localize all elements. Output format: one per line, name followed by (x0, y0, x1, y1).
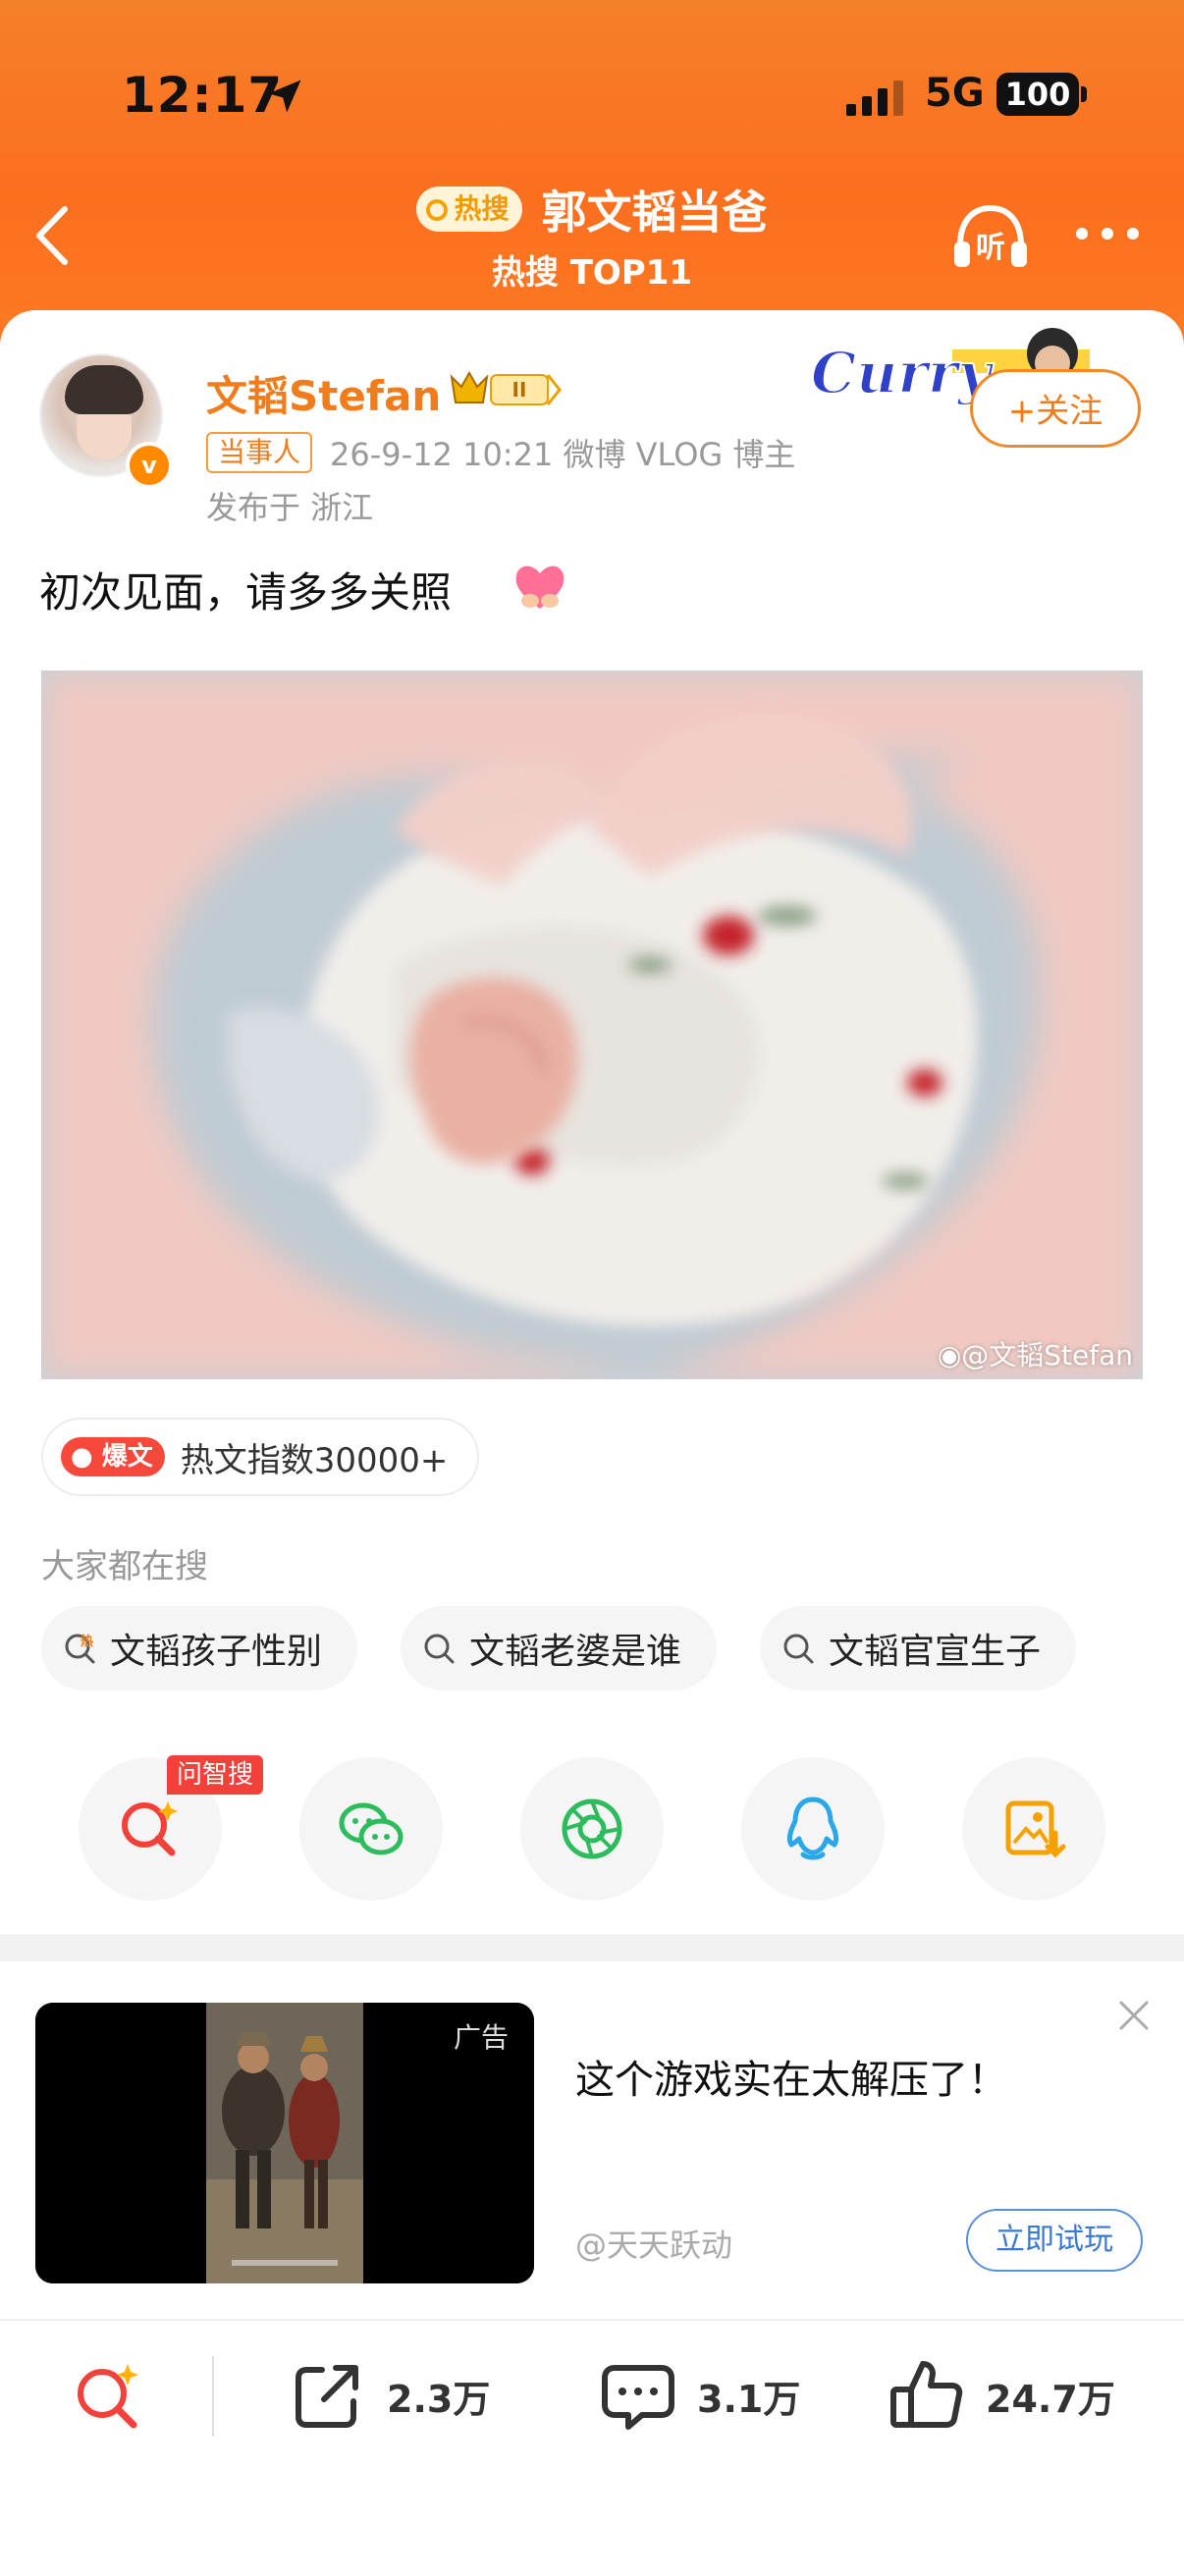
search-icon (426, 199, 449, 221)
hot-search-icon: 热 (65, 1634, 95, 1664)
comment-button[interactable]: 3.1万 (599, 2354, 800, 2437)
related-chip[interactable]: 热 文韬孩子性别 (41, 1606, 358, 1690)
search-icon (424, 1634, 455, 1664)
like-icon (890, 2361, 963, 2428)
search-icon (783, 1634, 814, 1664)
svg-text:热: 热 (81, 1634, 93, 1649)
verified-badge-icon: v (126, 442, 173, 489)
page-title: 郭文韬当爸 (541, 186, 768, 239)
curry-text: Curry (811, 340, 995, 406)
post-meta: 当事人 26-9-12 10:21 微博 VLOG 博主 (206, 430, 795, 475)
more-icon[interactable] (1072, 222, 1143, 245)
ask-ai-tag: 问智搜 (167, 1755, 264, 1795)
repost-button[interactable]: 2.3万 (289, 2354, 490, 2437)
related-search-title: 大家都在搜 (41, 1547, 208, 1586)
like-count: 24.7万 (986, 2377, 1115, 2421)
clock: 12:17 (122, 67, 284, 124)
hot-search-badge: 热搜 (416, 187, 523, 232)
ad-label: 广告 (454, 2021, 510, 2054)
post-time-source: 26-9-12 10:21 微博 VLOG 博主 (330, 436, 796, 473)
photo-watermark: ◉@文韬Stefan (937, 1339, 1133, 1371)
qq-icon (786, 1797, 839, 1860)
save-image-icon (1005, 1800, 1066, 1858)
share-qq-button[interactable] (741, 1757, 885, 1901)
cellular-signal-icon (846, 80, 903, 116)
heart-hands-photo (41, 671, 1143, 1379)
share-moments-button[interactable] (520, 1757, 664, 1901)
share-wechat-button[interactable] (299, 1757, 443, 1901)
repost-icon (296, 2365, 358, 2428)
hot-index-text: 热文指数30000+ (180, 1440, 449, 1480)
ad-title[interactable]: 这个游戏实在太解压了！ (575, 2048, 1007, 2105)
moments-icon (562, 1798, 622, 1859)
network-label: 5G (925, 71, 985, 116)
status-bar: 12:17 5G 100 (0, 0, 1184, 187)
comment-icon (602, 2365, 674, 2430)
save-image-button[interactable] (962, 1757, 1105, 1901)
repost-count: 2.3万 (387, 2377, 491, 2421)
try-now-button[interactable]: 立即试玩 (966, 2209, 1143, 2272)
location-arrow-icon (268, 80, 301, 113)
hot-index-pill[interactable]: ● 爆文 热文指数30000+ (41, 1418, 480, 1496)
svg-text:听: 听 (976, 231, 1005, 265)
heart-emoji-icon (515, 565, 565, 609)
related-chip-label: 文韬孩子性别 (110, 1632, 323, 1672)
username[interactable]: 文韬Stefan (206, 363, 441, 423)
related-chip[interactable]: 文韬老婆是谁 (401, 1606, 718, 1690)
battery-tip (1081, 86, 1087, 102)
ai-search-icon (122, 1801, 178, 1856)
member-crown-icon: II (450, 370, 562, 405)
party-badge: 当事人 (206, 432, 313, 473)
related-chip-label: 文韬官宣生子 (829, 1632, 1042, 1672)
listen-icon[interactable]: 听 (950, 202, 1031, 273)
wechat-icon (339, 1802, 404, 1855)
post-location: 发布于 浙江 (206, 489, 374, 526)
related-chip[interactable]: 文韬官宣生子 (760, 1606, 1077, 1690)
related-chip-label: 文韬老婆是谁 (469, 1632, 682, 1672)
boom-tag: ● 爆文 (61, 1437, 165, 1476)
section-divider (0, 1934, 1184, 1961)
like-button[interactable]: 24.7万 (888, 2354, 1115, 2437)
close-icon[interactable] (1117, 1999, 1151, 2032)
member-level: II (512, 378, 527, 402)
ai-search-icon[interactable] (71, 2360, 145, 2435)
battery-icon: 100 (996, 73, 1079, 116)
post-text: 初次见面，请多多关照 (39, 568, 453, 617)
action-separator (212, 2356, 214, 2437)
ad-brand: @天天跃动 (575, 2227, 733, 2264)
avatar-hair (65, 365, 143, 414)
comment-count: 3.1万 (697, 2377, 801, 2421)
follow-button[interactable]: +关注 (970, 369, 1141, 448)
post-photo[interactable]: ◉@文韬Stefan (41, 671, 1143, 1379)
